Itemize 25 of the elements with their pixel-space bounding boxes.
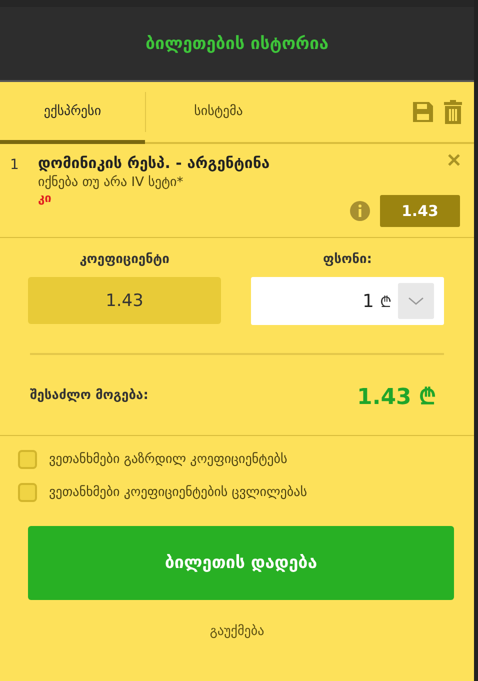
checkbox-label: ვეთანხმები კოეფიციენტების ცვლილებას [49, 485, 308, 500]
save-icon[interactable] [412, 101, 434, 123]
stake-label: ფსონი: [322, 252, 373, 267]
checkbox[interactable] [18, 450, 37, 469]
checkbox[interactable] [18, 483, 37, 502]
odds-badge: 1.43 [380, 195, 460, 227]
possible-win-value: 1.43 ₾ [357, 384, 436, 410]
dropdown-button[interactable] [398, 283, 434, 319]
window-title: ბილეთების ისტორია [145, 34, 329, 54]
cancel-link[interactable]: გაუქმება [208, 622, 266, 641]
tab[interactable]: სისტემა [146, 82, 291, 144]
match-name: დომინიკის რესპ. - არგენტინა [38, 154, 271, 172]
trash-icon[interactable] [444, 100, 462, 124]
odds-value: 1.43 [28, 277, 221, 324]
close-icon[interactable] [448, 154, 460, 166]
market-name: იქნება თუ არა IV სეტი* [38, 175, 184, 190]
bet-number: 1 [10, 156, 20, 175]
odds-label: კოეფიციენტი [78, 252, 170, 267]
pick-text: კი [38, 191, 52, 205]
info-icon[interactable] [350, 201, 370, 221]
stake-field[interactable]: 1 ₾ [251, 277, 444, 325]
checkbox-label: ვეთანხმები გაზრდილ კოეფიციენტებს [49, 452, 288, 467]
possible-win-label: შესაძლო მოგება: [30, 388, 148, 402]
tab[interactable]: ექსპრესი [0, 82, 145, 144]
chevron-down-icon [408, 296, 424, 306]
